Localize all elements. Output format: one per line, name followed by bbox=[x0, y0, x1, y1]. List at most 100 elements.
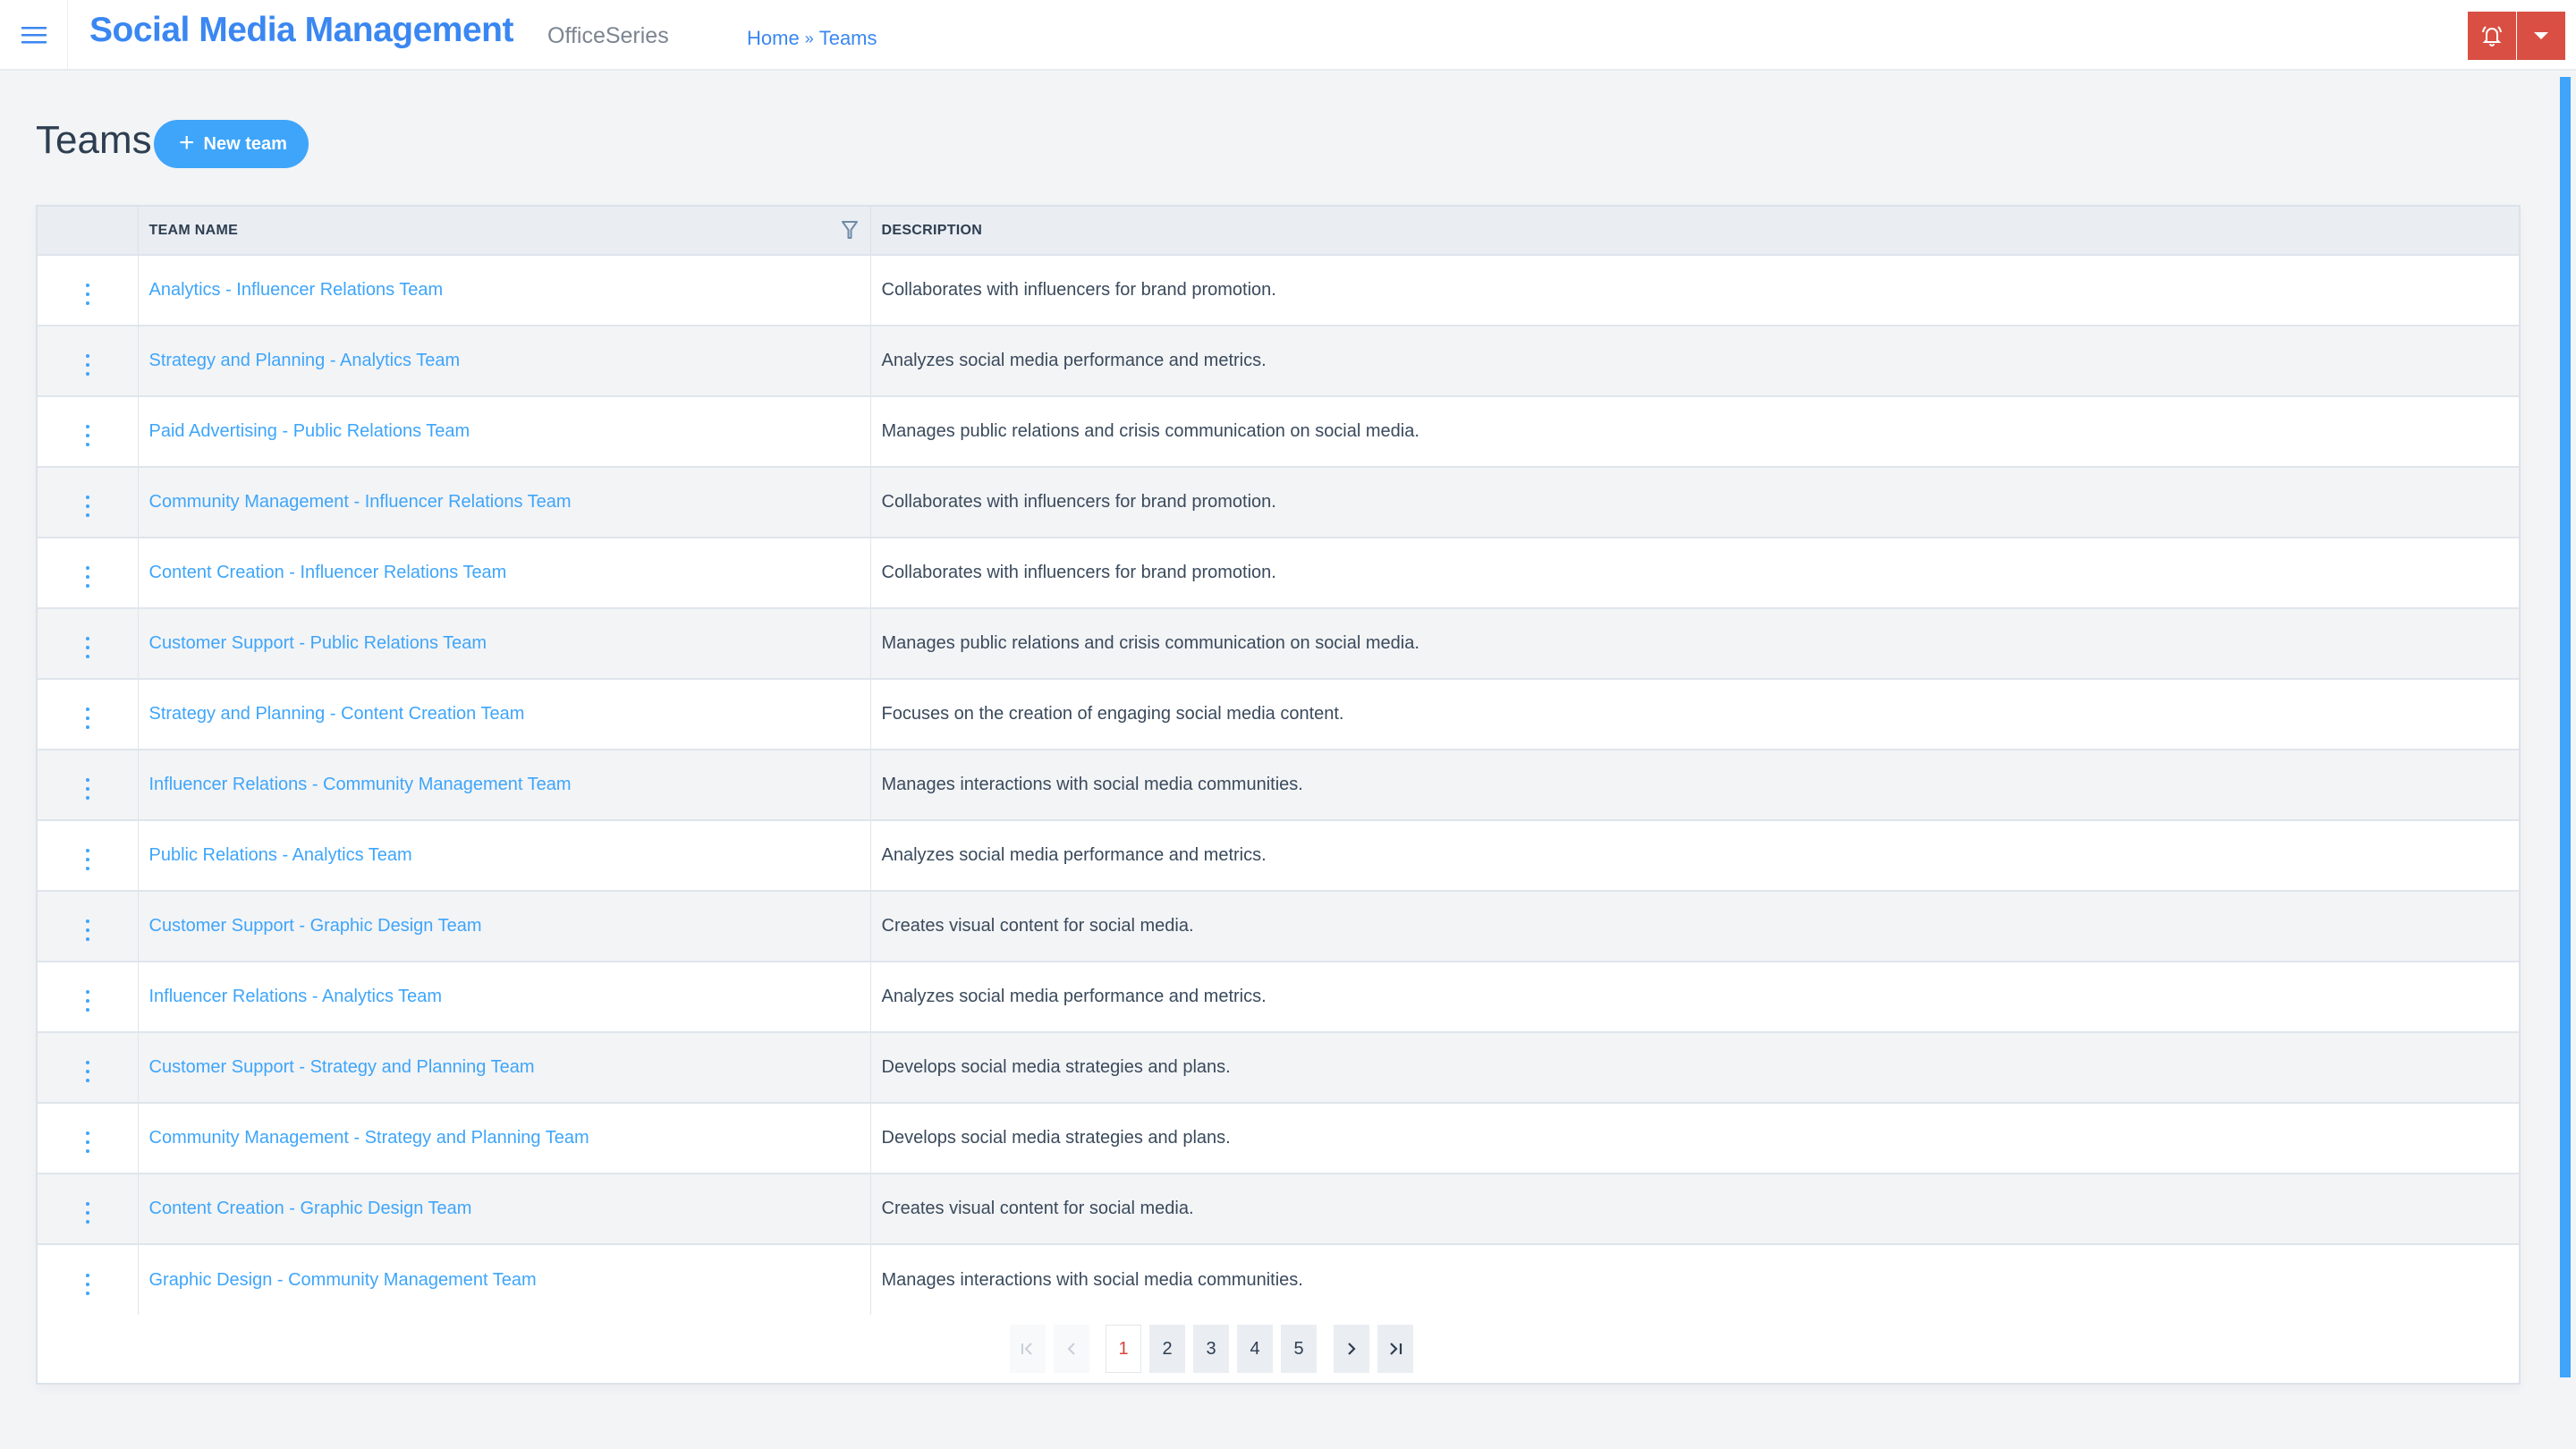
row-action-cell bbox=[38, 467, 139, 538]
row-action-cell bbox=[38, 1032, 139, 1103]
team-name-cell: Content Creation - Influencer Relations … bbox=[138, 538, 871, 608]
breadcrumb-home[interactable]: Home bbox=[747, 27, 800, 50]
kebab-menu-icon[interactable] bbox=[79, 916, 97, 945]
team-name-link[interactable]: Customer Support - Strategy and Planning… bbox=[149, 1057, 535, 1077]
row-action-cell bbox=[38, 1174, 139, 1244]
table-row: Community Management - Strategy and Plan… bbox=[38, 1103, 2519, 1174]
first-page-button[interactable] bbox=[1010, 1325, 1046, 1373]
team-name-cell: Customer Support - Public Relations Team bbox=[138, 608, 871, 679]
page-button-5[interactable]: 5 bbox=[1281, 1325, 1317, 1373]
row-action-cell bbox=[38, 679, 139, 750]
team-name-cell: Influencer Relations - Analytics Team bbox=[138, 962, 871, 1032]
team-description-cell: Focuses on the creation of engaging soci… bbox=[881, 704, 1344, 724]
kebab-menu-icon[interactable] bbox=[79, 421, 97, 450]
filter-icon[interactable] bbox=[841, 221, 858, 239]
row-action-cell bbox=[38, 750, 139, 820]
team-name-cell: Paid Advertising - Public Relations Team bbox=[138, 396, 871, 467]
table-row: Community Management - Influencer Relati… bbox=[38, 467, 2519, 538]
team-description-cell: Manages public relations and crisis comm… bbox=[881, 421, 1419, 441]
chevron-left-icon bbox=[1067, 1343, 1075, 1355]
team-name-link[interactable]: Influencer Relations - Community Managem… bbox=[149, 775, 572, 794]
page-button-2[interactable]: 2 bbox=[1149, 1325, 1185, 1373]
last-page-icon bbox=[1390, 1343, 1402, 1355]
column-header-team-name[interactable]: TEAM NAME bbox=[138, 207, 871, 255]
kebab-menu-icon[interactable] bbox=[79, 633, 97, 662]
new-team-button[interactable]: + New team bbox=[154, 120, 309, 168]
kebab-menu-icon[interactable] bbox=[79, 704, 97, 733]
table-row: Content Creation - Influencer Relations … bbox=[38, 538, 2519, 608]
team-description-cell: Manages public relations and crisis comm… bbox=[881, 633, 1419, 653]
team-name-link[interactable]: Paid Advertising - Public Relations Team bbox=[149, 421, 470, 441]
team-name-link[interactable]: Analytics - Influencer Relations Team bbox=[149, 280, 444, 300]
row-action-cell bbox=[38, 255, 139, 326]
team-description-cell: Collaborates with influencers for brand … bbox=[881, 563, 1276, 582]
team-name-link[interactable]: Influencer Relations - Analytics Team bbox=[149, 987, 443, 1006]
teams-table: TEAM NAME DESCRIPTION Analytics - Influe… bbox=[38, 207, 2519, 1315]
prev-page-button[interactable] bbox=[1054, 1325, 1089, 1373]
top-bar: Social Media Management OfficeSeries Hom… bbox=[0, 0, 2576, 71]
kebab-menu-icon[interactable] bbox=[79, 351, 97, 379]
row-action-cell bbox=[38, 1244, 139, 1315]
page-title: Teams bbox=[36, 118, 152, 162]
team-name-link[interactable]: Graphic Design - Community Management Te… bbox=[149, 1270, 537, 1290]
team-name-link[interactable]: Community Management - Influencer Relati… bbox=[149, 492, 572, 512]
team-name-link[interactable]: Public Relations - Analytics Team bbox=[149, 845, 412, 865]
row-action-cell bbox=[38, 1103, 139, 1174]
kebab-menu-icon[interactable] bbox=[79, 987, 97, 1015]
kebab-menu-icon[interactable] bbox=[79, 845, 97, 874]
table-row: Content Creation - Graphic Design Team Cr… bbox=[38, 1174, 2519, 1244]
team-name-link[interactable]: Content Creation - Graphic Design Team bbox=[149, 1199, 472, 1218]
row-action-cell bbox=[38, 820, 139, 891]
team-description-cell: Analyzes social media performance and me… bbox=[881, 351, 1267, 370]
column-header-description: DESCRIPTION bbox=[881, 222, 983, 238]
team-name-cell: Strategy and Planning - Content Creation… bbox=[138, 679, 871, 750]
team-name-cell: Influencer Relations - Community Managem… bbox=[138, 750, 871, 820]
table-body: Analytics - Influencer Relations Team Col… bbox=[38, 255, 2519, 1315]
breadcrumb-teams[interactable]: Teams bbox=[819, 27, 877, 50]
team-name-cell: Analytics - Influencer Relations Team bbox=[138, 255, 871, 326]
app-title[interactable]: Social Media Management bbox=[89, 11, 513, 50]
team-description-cell: Analyzes social media performance and me… bbox=[881, 845, 1267, 865]
kebab-menu-icon[interactable] bbox=[79, 1270, 97, 1299]
kebab-menu-icon[interactable] bbox=[79, 1199, 97, 1227]
kebab-menu-icon[interactable] bbox=[79, 1057, 97, 1086]
column-header-actions bbox=[38, 207, 139, 255]
team-name-cell: Community Management - Influencer Relati… bbox=[138, 467, 871, 538]
kebab-menu-icon[interactable] bbox=[79, 1128, 97, 1157]
hamburger-icon bbox=[21, 26, 47, 43]
team-name-link[interactable]: Community Management - Strategy and Plan… bbox=[149, 1128, 589, 1148]
team-name-cell: Graphic Design - Community Management Te… bbox=[138, 1244, 871, 1315]
app-subtitle: OfficeSeries bbox=[547, 23, 669, 48]
row-action-cell bbox=[38, 396, 139, 467]
team-description-cell: Manages interactions with social media c… bbox=[881, 775, 1303, 794]
last-page-button[interactable] bbox=[1377, 1325, 1413, 1373]
kebab-menu-icon[interactable] bbox=[79, 775, 97, 803]
user-dropdown-button[interactable] bbox=[2517, 12, 2565, 60]
table-row: Customer Support - Strategy and Planning… bbox=[38, 1032, 2519, 1103]
page-button-4[interactable]: 4 bbox=[1237, 1325, 1273, 1373]
team-description-cell: Collaborates with influencers for brand … bbox=[881, 492, 1276, 512]
team-name-link[interactable]: Content Creation - Influencer Relations … bbox=[149, 563, 507, 582]
vertical-scrollbar[interactable] bbox=[2560, 77, 2571, 1377]
bell-ring-icon bbox=[2482, 26, 2502, 47]
menu-button[interactable] bbox=[0, 0, 68, 69]
kebab-menu-icon[interactable] bbox=[79, 280, 97, 309]
team-name-link[interactable]: Strategy and Planning - Content Creation… bbox=[149, 704, 525, 724]
table-row: Graphic Design - Community Management Te… bbox=[38, 1244, 2519, 1315]
kebab-menu-icon[interactable] bbox=[79, 492, 97, 521]
team-name-link[interactable]: Strategy and Planning - Analytics Team bbox=[149, 351, 461, 370]
table-row: Public Relations - Analytics Team Analyze… bbox=[38, 820, 2519, 891]
team-description-cell: Develops social media strategies and pla… bbox=[881, 1128, 1231, 1148]
page-button-3[interactable]: 3 bbox=[1193, 1325, 1229, 1373]
table-row: Customer Support - Public Relations Team… bbox=[38, 608, 2519, 679]
team-name-cell: Strategy and Planning - Analytics Team bbox=[138, 326, 871, 396]
table-row: Influencer Relations - Analytics Team Ana… bbox=[38, 962, 2519, 1032]
team-description-cell: Develops social media strategies and pla… bbox=[881, 1057, 1231, 1077]
next-page-button[interactable] bbox=[1334, 1325, 1369, 1373]
team-name-link[interactable]: Customer Support - Public Relations Team bbox=[149, 633, 487, 653]
table-row: Analytics - Influencer Relations Team Col… bbox=[38, 255, 2519, 326]
notifications-button[interactable] bbox=[2468, 12, 2516, 60]
kebab-menu-icon[interactable] bbox=[79, 563, 97, 591]
page-button-1[interactable]: 1 bbox=[1106, 1325, 1141, 1373]
team-name-link[interactable]: Customer Support - Graphic Design Team bbox=[149, 916, 482, 936]
